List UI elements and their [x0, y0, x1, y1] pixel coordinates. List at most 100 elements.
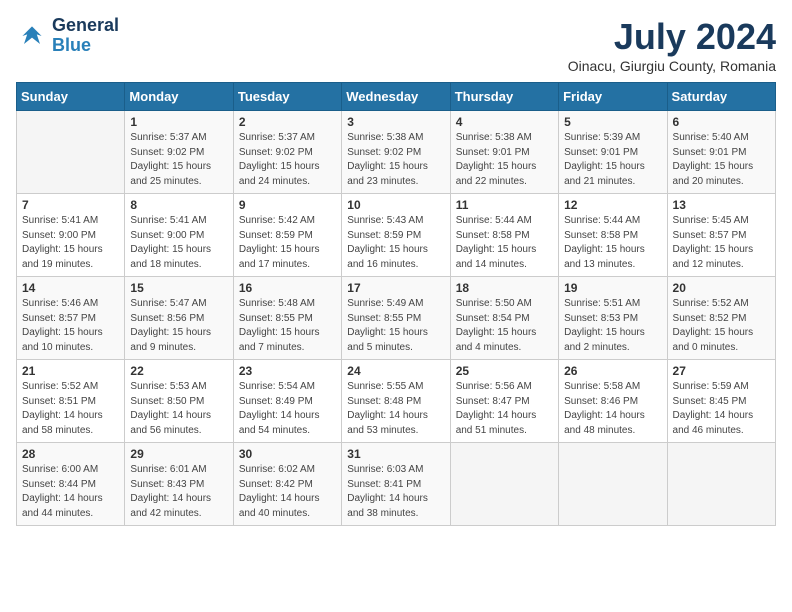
day-number: 7	[22, 198, 119, 212]
day-header-tuesday: Tuesday	[233, 83, 341, 111]
day-number: 27	[673, 364, 770, 378]
calendar-cell: 26Sunrise: 5:58 AM Sunset: 8:46 PM Dayli…	[559, 360, 667, 443]
calendar-cell: 23 Sunrise: 5:54 AM Sunset: 8:49 PM Dayli…	[233, 360, 341, 443]
day-info: Sunrise: 5:53 AM Sunset: 8:50 PM Dayligh…	[130, 380, 227, 438]
day-number: 24	[347, 364, 444, 378]
location-title: Oinacu, Giurgiu County, Romania	[568, 58, 776, 74]
day-info: Sunrise: 5:45 AM Sunset: 8:57 PM Dayligh…	[673, 214, 770, 272]
calendar-cell: 1 Sunrise: 5:37 AM Sunset: 9:02 PM Daylig…	[125, 111, 233, 194]
day-info: Sunrise: 5:49 AM Sunset: 8:55 PM Dayligh…	[347, 297, 444, 355]
logo-text: General Blue	[52, 16, 119, 56]
calendar-cell	[667, 443, 775, 526]
day-info: Sunrise: 5:56 AM Sunset: 8:47 PM Dayligh…	[456, 380, 553, 438]
calendar-cell: 9 Sunrise: 5:42 AM Sunset: 8:59 PM Daylig…	[233, 194, 341, 277]
day-info: Sunrise: 5:52 AM Sunset: 8:51 PM Dayligh…	[22, 380, 119, 438]
calendar-cell: 22 Sunrise: 5:53 AM Sunset: 8:50 PM Dayli…	[125, 360, 233, 443]
day-info: Sunrise: 6:00 AM Sunset: 8:44 PM Dayligh…	[22, 463, 119, 521]
day-number: 29	[130, 447, 227, 461]
day-number: 11	[456, 198, 553, 212]
day-number: 21	[22, 364, 119, 378]
day-info: Sunrise: 5:41 AM Sunset: 9:00 PM Dayligh…	[22, 214, 119, 272]
calendar-cell: 28 Sunrise: 6:00 AM Sunset: 8:44 PM Dayli…	[17, 443, 125, 526]
day-number: 8	[130, 198, 227, 212]
title-block: July 2024 Oinacu, Giurgiu County, Romani…	[568, 16, 776, 74]
day-number: 1	[130, 115, 227, 129]
calendar-cell: 19Sunrise: 5:51 AM Sunset: 8:53 PM Dayli…	[559, 277, 667, 360]
calendar-cell: 7 Sunrise: 5:41 AM Sunset: 9:00 PM Daylig…	[17, 194, 125, 277]
calendar-header-row: SundayMondayTuesdayWednesdayThursdayFrid…	[17, 83, 776, 111]
page-header: General Blue July 2024 Oinacu, Giurgiu C…	[16, 16, 776, 74]
calendar-cell	[450, 443, 558, 526]
calendar-cell: 24 Sunrise: 5:55 AM Sunset: 8:48 PM Dayli…	[342, 360, 450, 443]
day-info: Sunrise: 5:55 AM Sunset: 8:48 PM Dayligh…	[347, 380, 444, 438]
calendar-cell: 21 Sunrise: 5:52 AM Sunset: 8:51 PM Dayli…	[17, 360, 125, 443]
day-number: 12	[564, 198, 661, 212]
day-number: 23	[239, 364, 336, 378]
day-header-friday: Friday	[559, 83, 667, 111]
day-info: Sunrise: 5:47 AM Sunset: 8:56 PM Dayligh…	[130, 297, 227, 355]
day-header-sunday: Sunday	[17, 83, 125, 111]
day-info: Sunrise: 5:43 AM Sunset: 8:59 PM Dayligh…	[347, 214, 444, 272]
calendar-cell: 10 Sunrise: 5:43 AM Sunset: 8:59 PM Dayli…	[342, 194, 450, 277]
day-number: 30	[239, 447, 336, 461]
calendar-cell: 4 Sunrise: 5:38 AM Sunset: 9:01 PM Daylig…	[450, 111, 558, 194]
calendar-cell: 6Sunrise: 5:40 AM Sunset: 9:01 PM Daylig…	[667, 111, 775, 194]
calendar-week-row: 21 Sunrise: 5:52 AM Sunset: 8:51 PM Dayli…	[17, 360, 776, 443]
day-info: Sunrise: 6:02 AM Sunset: 8:42 PM Dayligh…	[239, 463, 336, 521]
calendar-cell: 2Sunrise: 5:37 AM Sunset: 9:02 PM Daylig…	[233, 111, 341, 194]
calendar-week-row: 28 Sunrise: 6:00 AM Sunset: 8:44 PM Dayli…	[17, 443, 776, 526]
day-number: 10	[347, 198, 444, 212]
day-number: 22	[130, 364, 227, 378]
calendar-cell: 17Sunrise: 5:49 AM Sunset: 8:55 PM Dayli…	[342, 277, 450, 360]
calendar-cell: 11 Sunrise: 5:44 AM Sunset: 8:58 PM Dayli…	[450, 194, 558, 277]
logo: General Blue	[16, 16, 119, 56]
day-info: Sunrise: 5:52 AM Sunset: 8:52 PM Dayligh…	[673, 297, 770, 355]
day-number: 20	[673, 281, 770, 295]
day-header-wednesday: Wednesday	[342, 83, 450, 111]
day-number: 25	[456, 364, 553, 378]
day-info: Sunrise: 5:41 AM Sunset: 9:00 PM Dayligh…	[130, 214, 227, 272]
calendar-cell: 8 Sunrise: 5:41 AM Sunset: 9:00 PM Daylig…	[125, 194, 233, 277]
calendar-week-row: 1 Sunrise: 5:37 AM Sunset: 9:02 PM Daylig…	[17, 111, 776, 194]
day-number: 4	[456, 115, 553, 129]
day-info: Sunrise: 5:54 AM Sunset: 8:49 PM Dayligh…	[239, 380, 336, 438]
day-info: Sunrise: 5:38 AM Sunset: 9:01 PM Dayligh…	[456, 131, 553, 189]
day-number: 5	[564, 115, 661, 129]
day-info: Sunrise: 5:44 AM Sunset: 8:58 PM Dayligh…	[456, 214, 553, 272]
day-number: 26	[564, 364, 661, 378]
day-info: Sunrise: 5:42 AM Sunset: 8:59 PM Dayligh…	[239, 214, 336, 272]
day-info: Sunrise: 5:37 AM Sunset: 9:02 PM Dayligh…	[130, 131, 227, 189]
calendar-cell: 29 Sunrise: 6:01 AM Sunset: 8:43 PM Dayli…	[125, 443, 233, 526]
day-info: Sunrise: 5:38 AM Sunset: 9:02 PM Dayligh…	[347, 131, 444, 189]
day-number: 2	[239, 115, 336, 129]
calendar-cell: 18Sunrise: 5:50 AM Sunset: 8:54 PM Dayli…	[450, 277, 558, 360]
day-info: Sunrise: 6:01 AM Sunset: 8:43 PM Dayligh…	[130, 463, 227, 521]
day-number: 16	[239, 281, 336, 295]
day-header-monday: Monday	[125, 83, 233, 111]
calendar-cell	[559, 443, 667, 526]
day-number: 13	[673, 198, 770, 212]
calendar-cell	[17, 111, 125, 194]
day-number: 31	[347, 447, 444, 461]
calendar-cell: 13 Sunrise: 5:45 AM Sunset: 8:57 PM Dayli…	[667, 194, 775, 277]
month-title: July 2024	[568, 16, 776, 58]
day-number: 18	[456, 281, 553, 295]
day-number: 14	[22, 281, 119, 295]
day-info: Sunrise: 5:59 AM Sunset: 8:45 PM Dayligh…	[673, 380, 770, 438]
calendar-cell: 12Sunrise: 5:44 AM Sunset: 8:58 PM Dayli…	[559, 194, 667, 277]
day-info: Sunrise: 6:03 AM Sunset: 8:41 PM Dayligh…	[347, 463, 444, 521]
day-info: Sunrise: 5:39 AM Sunset: 9:01 PM Dayligh…	[564, 131, 661, 189]
day-info: Sunrise: 5:48 AM Sunset: 8:55 PM Dayligh…	[239, 297, 336, 355]
calendar-cell: 16 Sunrise: 5:48 AM Sunset: 8:55 PM Dayli…	[233, 277, 341, 360]
day-number: 28	[22, 447, 119, 461]
calendar-cell: 3Sunrise: 5:38 AM Sunset: 9:02 PM Daylig…	[342, 111, 450, 194]
calendar-cell: 27 Sunrise: 5:59 AM Sunset: 8:45 PM Dayli…	[667, 360, 775, 443]
calendar-table: SundayMondayTuesdayWednesdayThursdayFrid…	[16, 82, 776, 526]
calendar-week-row: 14Sunrise: 5:46 AM Sunset: 8:57 PM Dayli…	[17, 277, 776, 360]
day-number: 15	[130, 281, 227, 295]
calendar-cell: 14Sunrise: 5:46 AM Sunset: 8:57 PM Dayli…	[17, 277, 125, 360]
day-header-thursday: Thursday	[450, 83, 558, 111]
calendar-week-row: 7 Sunrise: 5:41 AM Sunset: 9:00 PM Daylig…	[17, 194, 776, 277]
day-number: 6	[673, 115, 770, 129]
day-number: 9	[239, 198, 336, 212]
